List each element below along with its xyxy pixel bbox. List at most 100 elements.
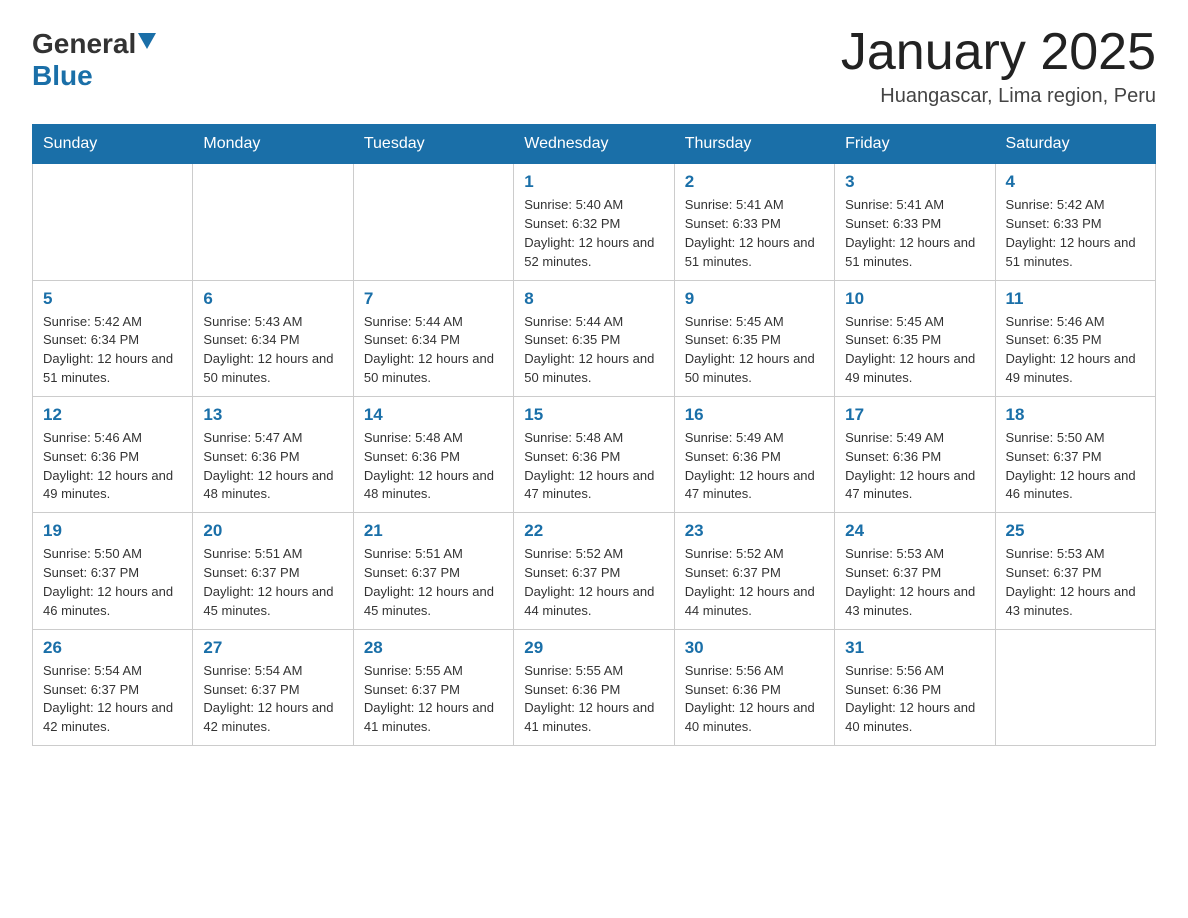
day-number: 23 [685, 521, 824, 541]
calendar-cell: 11 Sunrise: 5:46 AM Sunset: 6:35 PM Dayli… [995, 280, 1155, 396]
day-info: Sunrise: 5:51 AM Sunset: 6:37 PM Dayligh… [364, 545, 503, 620]
calendar-week-3: 12 Sunrise: 5:46 AM Sunset: 6:36 PM Dayli… [33, 396, 1156, 512]
calendar-week-1: 1 Sunrise: 5:40 AM Sunset: 6:32 PM Daylig… [33, 164, 1156, 280]
day-number: 21 [364, 521, 503, 541]
day-info: Sunrise: 5:45 AM Sunset: 6:35 PM Dayligh… [685, 313, 824, 388]
calendar-cell: 15 Sunrise: 5:48 AM Sunset: 6:36 PM Dayli… [514, 396, 674, 512]
day-number: 26 [43, 638, 182, 658]
header-weekday-sunday: Sunday [33, 125, 193, 164]
page-subtitle: Huangascar, Lima region, Peru [841, 85, 1156, 108]
calendar-cell: 14 Sunrise: 5:48 AM Sunset: 6:36 PM Dayli… [353, 396, 513, 512]
calendar-cell: 22 Sunrise: 5:52 AM Sunset: 6:37 PM Dayli… [514, 513, 674, 629]
day-info: Sunrise: 5:55 AM Sunset: 6:36 PM Dayligh… [524, 662, 663, 737]
day-info: Sunrise: 5:53 AM Sunset: 6:37 PM Dayligh… [1006, 545, 1145, 620]
day-info: Sunrise: 5:46 AM Sunset: 6:35 PM Dayligh… [1006, 313, 1145, 388]
day-info: Sunrise: 5:50 AM Sunset: 6:37 PM Dayligh… [1006, 429, 1145, 504]
logo-triangle-icon [138, 33, 156, 54]
calendar-week-4: 19 Sunrise: 5:50 AM Sunset: 6:37 PM Dayli… [33, 513, 1156, 629]
day-number: 20 [203, 521, 342, 541]
day-info: Sunrise: 5:40 AM Sunset: 6:32 PM Dayligh… [524, 196, 663, 271]
calendar-cell: 23 Sunrise: 5:52 AM Sunset: 6:37 PM Dayli… [674, 513, 834, 629]
day-info: Sunrise: 5:54 AM Sunset: 6:37 PM Dayligh… [43, 662, 182, 737]
logo: General Blue [32, 24, 156, 92]
day-info: Sunrise: 5:50 AM Sunset: 6:37 PM Dayligh… [43, 545, 182, 620]
day-info: Sunrise: 5:44 AM Sunset: 6:35 PM Dayligh… [524, 313, 663, 388]
day-number: 24 [845, 521, 984, 541]
day-info: Sunrise: 5:47 AM Sunset: 6:36 PM Dayligh… [203, 429, 342, 504]
day-info: Sunrise: 5:41 AM Sunset: 6:33 PM Dayligh… [685, 196, 824, 271]
day-info: Sunrise: 5:44 AM Sunset: 6:34 PM Dayligh… [364, 313, 503, 388]
day-info: Sunrise: 5:49 AM Sunset: 6:36 PM Dayligh… [845, 429, 984, 504]
calendar-cell: 2 Sunrise: 5:41 AM Sunset: 6:33 PM Daylig… [674, 164, 834, 280]
day-number: 5 [43, 289, 182, 309]
calendar-table: SundayMondayTuesdayWednesdayThursdayFrid… [32, 124, 1156, 746]
day-number: 14 [364, 405, 503, 425]
day-number: 10 [845, 289, 984, 309]
calendar-cell: 19 Sunrise: 5:50 AM Sunset: 6:37 PM Dayli… [33, 513, 193, 629]
calendar-cell: 8 Sunrise: 5:44 AM Sunset: 6:35 PM Daylig… [514, 280, 674, 396]
day-info: Sunrise: 5:49 AM Sunset: 6:36 PM Dayligh… [685, 429, 824, 504]
calendar-cell: 1 Sunrise: 5:40 AM Sunset: 6:32 PM Daylig… [514, 164, 674, 280]
header-weekday-wednesday: Wednesday [514, 125, 674, 164]
day-number: 19 [43, 521, 182, 541]
day-number: 7 [364, 289, 503, 309]
calendar-cell: 13Sunrise: 5:47 AM Sunset: 6:36 PM Dayli… [193, 396, 353, 512]
day-number: 4 [1006, 172, 1145, 192]
page-title: January 2025 [841, 24, 1156, 81]
day-number: 28 [364, 638, 503, 658]
calendar-cell: 30Sunrise: 5:56 AM Sunset: 6:36 PM Dayli… [674, 629, 834, 745]
day-info: Sunrise: 5:48 AM Sunset: 6:36 PM Dayligh… [524, 429, 663, 504]
calendar-cell: 24 Sunrise: 5:53 AM Sunset: 6:37 PM Dayli… [835, 513, 995, 629]
day-info: Sunrise: 5:52 AM Sunset: 6:37 PM Dayligh… [685, 545, 824, 620]
day-info: Sunrise: 5:46 AM Sunset: 6:36 PM Dayligh… [43, 429, 182, 504]
calendar-cell: 28Sunrise: 5:55 AM Sunset: 6:37 PM Dayli… [353, 629, 513, 745]
calendar-cell: 5 Sunrise: 5:42 AM Sunset: 6:34 PM Daylig… [33, 280, 193, 396]
day-number: 15 [524, 405, 663, 425]
day-info: Sunrise: 5:51 AM Sunset: 6:37 PM Dayligh… [203, 545, 342, 620]
day-number: 8 [524, 289, 663, 309]
day-info: Sunrise: 5:41 AM Sunset: 6:33 PM Dayligh… [845, 196, 984, 271]
calendar-cell: 7 Sunrise: 5:44 AM Sunset: 6:34 PM Daylig… [353, 280, 513, 396]
day-info: Sunrise: 5:48 AM Sunset: 6:36 PM Dayligh… [364, 429, 503, 504]
calendar-header: SundayMondayTuesdayWednesdayThursdayFrid… [33, 125, 1156, 164]
calendar-body: 1 Sunrise: 5:40 AM Sunset: 6:32 PM Daylig… [33, 164, 1156, 746]
header-weekday-saturday: Saturday [995, 125, 1155, 164]
day-number: 17 [845, 405, 984, 425]
day-number: 6 [203, 289, 342, 309]
day-number: 2 [685, 172, 824, 192]
page-header: General Blue January 2025 Huangascar, Li… [32, 24, 1156, 108]
day-number: 18 [1006, 405, 1145, 425]
day-number: 9 [685, 289, 824, 309]
day-info: Sunrise: 5:56 AM Sunset: 6:36 PM Dayligh… [845, 662, 984, 737]
day-number: 22 [524, 521, 663, 541]
calendar-week-5: 26 Sunrise: 5:54 AM Sunset: 6:37 PM Dayli… [33, 629, 1156, 745]
calendar-cell: 25Sunrise: 5:53 AM Sunset: 6:37 PM Dayli… [995, 513, 1155, 629]
day-info: Sunrise: 5:53 AM Sunset: 6:37 PM Dayligh… [845, 545, 984, 620]
logo-general-text: General [32, 28, 136, 60]
logo-top-row: General [32, 28, 156, 60]
day-number: 11 [1006, 289, 1145, 309]
calendar-cell: 27Sunrise: 5:54 AM Sunset: 6:37 PM Dayli… [193, 629, 353, 745]
calendar-cell: 9 Sunrise: 5:45 AM Sunset: 6:35 PM Daylig… [674, 280, 834, 396]
day-info: Sunrise: 5:42 AM Sunset: 6:34 PM Dayligh… [43, 313, 182, 388]
day-number: 12 [43, 405, 182, 425]
day-info: Sunrise: 5:42 AM Sunset: 6:33 PM Dayligh… [1006, 196, 1145, 271]
calendar-cell: 17 Sunrise: 5:49 AM Sunset: 6:36 PM Dayli… [835, 396, 995, 512]
logo-blue-text: Blue [32, 60, 93, 92]
calendar-cell [995, 629, 1155, 745]
calendar-cell: 26 Sunrise: 5:54 AM Sunset: 6:37 PM Dayli… [33, 629, 193, 745]
day-info: Sunrise: 5:52 AM Sunset: 6:37 PM Dayligh… [524, 545, 663, 620]
day-number: 16 [685, 405, 824, 425]
calendar-cell: 10Sunrise: 5:45 AM Sunset: 6:35 PM Dayli… [835, 280, 995, 396]
calendar-cell: 18 Sunrise: 5:50 AM Sunset: 6:37 PM Dayli… [995, 396, 1155, 512]
header-row: SundayMondayTuesdayWednesdayThursdayFrid… [33, 125, 1156, 164]
day-number: 27 [203, 638, 342, 658]
day-number: 1 [524, 172, 663, 192]
calendar-week-2: 5 Sunrise: 5:42 AM Sunset: 6:34 PM Daylig… [33, 280, 1156, 396]
calendar-cell [33, 164, 193, 280]
calendar-cell: 6Sunrise: 5:43 AM Sunset: 6:34 PM Daylig… [193, 280, 353, 396]
calendar-cell [193, 164, 353, 280]
day-number: 3 [845, 172, 984, 192]
calendar-cell: 21 Sunrise: 5:51 AM Sunset: 6:37 PM Dayli… [353, 513, 513, 629]
calendar-cell: 3 Sunrise: 5:41 AM Sunset: 6:33 PM Daylig… [835, 164, 995, 280]
